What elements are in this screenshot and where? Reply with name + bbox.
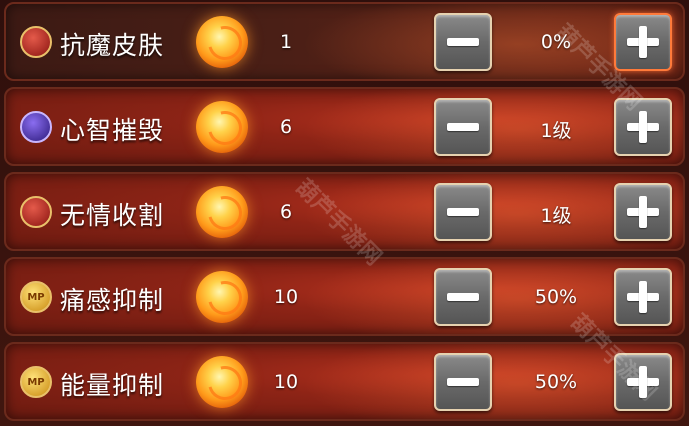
minus-icon xyxy=(447,366,479,398)
increase-button[interactable] xyxy=(614,268,672,326)
skill-row: 心智摧毁 6 1级 xyxy=(4,87,685,166)
decrease-button[interactable] xyxy=(434,13,492,71)
fire-orb-icon xyxy=(196,101,248,153)
fire-orb-icon xyxy=(196,271,248,323)
skill-row: MP 痛感抑制 10 50% xyxy=(4,257,685,336)
plus-icon xyxy=(627,196,659,228)
minus-icon xyxy=(447,111,479,143)
increase-button[interactable] xyxy=(614,183,672,241)
mp-gold-icon: MP xyxy=(20,281,52,313)
increase-button[interactable] xyxy=(614,13,672,71)
increase-button[interactable] xyxy=(614,353,672,411)
skill-value: 50% xyxy=(534,371,578,393)
plus-icon xyxy=(627,111,659,143)
minus-icon xyxy=(447,196,479,228)
decrease-button[interactable] xyxy=(434,268,492,326)
decrease-button[interactable] xyxy=(434,98,492,156)
skill-row: MP 能量抑制 10 50% xyxy=(4,342,685,421)
decrease-button[interactable] xyxy=(434,183,492,241)
shield-red-icon xyxy=(20,26,52,58)
decrease-button[interactable] xyxy=(434,353,492,411)
skill-name: 心智摧毁 xyxy=(60,116,165,145)
skill-points: 10 xyxy=(273,286,299,308)
skill-name: 能量抑制 xyxy=(60,371,165,400)
talent-panel: 抗魔皮肤 1 0% 心智摧毁 6 1级 无情收割 6 1级 MP 痛感抑制 10… xyxy=(0,0,689,426)
skill-points: 10 xyxy=(273,371,299,393)
plus-icon xyxy=(627,26,659,58)
fire-orb-icon xyxy=(196,356,248,408)
plus-icon xyxy=(627,366,659,398)
skill-name: 无情收割 xyxy=(60,201,165,230)
skill-row: 无情收割 6 1级 xyxy=(4,172,685,251)
plus-icon xyxy=(627,281,659,313)
skill-value: 1级 xyxy=(540,205,572,227)
reaper-red-icon xyxy=(20,196,52,228)
increase-button[interactable] xyxy=(614,98,672,156)
fire-orb-icon xyxy=(196,186,248,238)
skill-name: 痛感抑制 xyxy=(60,286,165,315)
skill-name: 抗魔皮肤 xyxy=(60,31,165,60)
minus-icon xyxy=(447,26,479,58)
skill-value: 1级 xyxy=(540,120,572,142)
skill-points: 6 xyxy=(279,201,293,223)
minus-icon xyxy=(447,281,479,313)
skill-value: 0% xyxy=(540,31,572,53)
skill-row: 抗魔皮肤 1 0% xyxy=(4,2,685,81)
mp-gold-icon: MP xyxy=(20,366,52,398)
skill-points: 1 xyxy=(279,31,293,53)
skill-points: 6 xyxy=(279,116,293,138)
brain-purple-icon xyxy=(20,111,52,143)
fire-orb-icon xyxy=(196,16,248,68)
skill-value: 50% xyxy=(534,286,578,308)
